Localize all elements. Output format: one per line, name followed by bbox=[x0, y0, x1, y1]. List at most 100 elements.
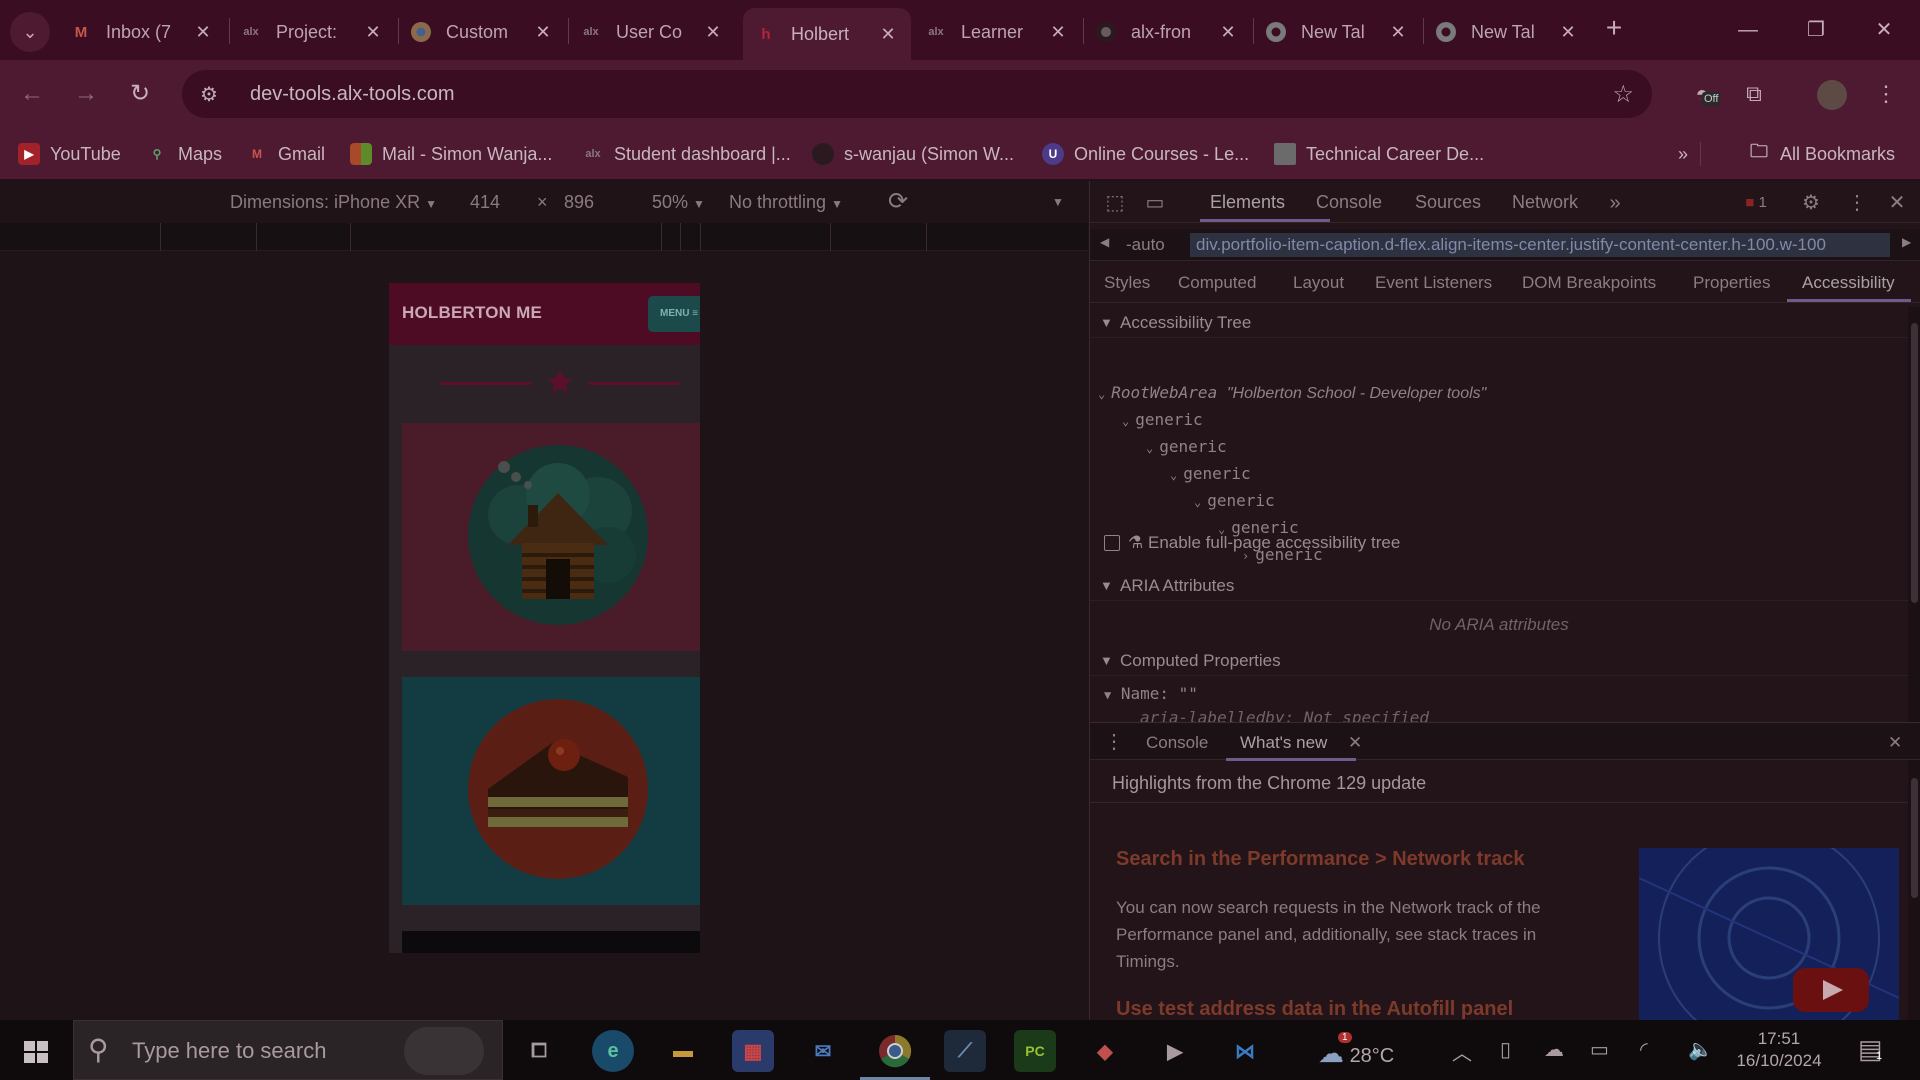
phone-site-title[interactable]: HOLBERTON ME bbox=[402, 303, 542, 323]
whats-new-video-thumbnail[interactable] bbox=[1639, 848, 1899, 1020]
close-drawer-icon[interactable]: ✕ bbox=[1888, 733, 1902, 753]
breadcrumb-item[interactable]: -auto bbox=[1126, 235, 1165, 255]
close-devtools-icon[interactable]: ✕ bbox=[1882, 189, 1912, 217]
subtab-dom-breakpoints[interactable]: DOM Breakpoints bbox=[1522, 273, 1656, 293]
subtab-properties[interactable]: Properties bbox=[1693, 273, 1770, 293]
pycharm-icon[interactable]: PC bbox=[1014, 1030, 1056, 1072]
url-text[interactable]: dev-tools.alx-tools.com bbox=[250, 83, 455, 106]
bookmark-student-dashboard[interactable]: alx Student dashboard |... bbox=[582, 140, 790, 168]
close-window-button[interactable]: ✕ bbox=[1864, 12, 1904, 48]
browser-tab[interactable]: New Tal ✕ bbox=[1423, 8, 1591, 56]
bookmark-online-courses[interactable]: U Online Courses - Le... bbox=[1042, 140, 1249, 168]
notification-center-icon[interactable]: ▤ 1 bbox=[1858, 1034, 1883, 1065]
vscode-icon[interactable]: ⋈ bbox=[1224, 1030, 1266, 1072]
scrollbar-thumb[interactable] bbox=[1911, 323, 1918, 603]
subtab-event-listeners[interactable]: Event Listeners bbox=[1375, 273, 1492, 293]
whats-new-heading-autofill[interactable]: Use test address data in the Autofill pa… bbox=[1116, 998, 1513, 1021]
drawer-tab-console[interactable]: Console bbox=[1146, 733, 1208, 753]
tab-elements[interactable]: Elements bbox=[1210, 192, 1285, 213]
subtab-computed[interactable]: Computed bbox=[1178, 273, 1256, 293]
browser-tab[interactable]: alx User Co ✕ bbox=[568, 8, 736, 56]
volume-icon[interactable]: 🔈 bbox=[1688, 1037, 1713, 1062]
bookmark-youtube[interactable]: ▶ YouTube bbox=[18, 140, 121, 168]
close-icon[interactable]: ✕ bbox=[1047, 22, 1069, 43]
a11y-node[interactable]: ⌄ generic bbox=[1170, 464, 1251, 483]
tab-sources[interactable]: Sources bbox=[1415, 192, 1481, 213]
breadcrumb-scroll-right-icon[interactable]: ▶ bbox=[1902, 235, 1911, 249]
drawer-tab-whats-new[interactable]: What's new bbox=[1240, 733, 1327, 753]
a11y-node[interactable]: ⌄ generic bbox=[1122, 410, 1203, 429]
phone-link-icon[interactable]: ▯ bbox=[1500, 1037, 1511, 1062]
windows-start-icon[interactable] bbox=[14, 1032, 58, 1072]
throttling-select[interactable]: No throttling ▼ bbox=[729, 192, 843, 213]
more-tabs-icon[interactable]: » bbox=[1600, 189, 1630, 217]
a11y-node[interactable]: ⌄ generic bbox=[1218, 518, 1299, 537]
aria-attributes-header[interactable]: ▼ ARIA Attributes bbox=[1090, 571, 1908, 601]
bookmark-github-profile[interactable]: s-wanjau (Simon W... bbox=[812, 140, 1014, 168]
close-icon[interactable]: ✕ bbox=[1217, 22, 1239, 43]
browser-tab[interactable]: Custom ✕ bbox=[398, 8, 566, 56]
portfolio-item-dark[interactable] bbox=[402, 931, 700, 953]
microsoft-store-icon[interactable]: ▦ bbox=[732, 1030, 774, 1072]
wifi-icon[interactable]: ◜ bbox=[1640, 1037, 1648, 1062]
onedrive-icon[interactable]: ☁ bbox=[1544, 1037, 1564, 1062]
extensions-button[interactable]: ⧉ bbox=[1732, 74, 1776, 114]
close-icon[interactable]: ✕ bbox=[702, 22, 724, 43]
device-toggle-icon[interactable]: ▭ bbox=[1140, 189, 1170, 217]
close-icon[interactable]: ✕ bbox=[1557, 22, 1579, 43]
breadcrumb-scroll-left-icon[interactable]: ◀ bbox=[1100, 235, 1109, 249]
bookmark-gmail[interactable]: M Gmail bbox=[246, 140, 325, 168]
close-whats-new-icon[interactable]: ✕ bbox=[1348, 733, 1362, 753]
scrollbar-thumb[interactable] bbox=[1911, 778, 1918, 898]
reload-button[interactable]: ↻ bbox=[120, 74, 160, 114]
tab-network[interactable]: Network bbox=[1512, 192, 1578, 213]
chrome-menu-button[interactable]: ⋮ bbox=[1864, 74, 1908, 114]
git-icon[interactable]: ◆ bbox=[1084, 1030, 1126, 1072]
mail-icon[interactable]: ✉ bbox=[802, 1030, 844, 1072]
error-count-badge[interactable]: ■ 1 bbox=[1734, 189, 1778, 217]
bookmark-maps[interactable]: ⚲ Maps bbox=[146, 140, 222, 168]
subtab-styles[interactable]: Styles bbox=[1104, 273, 1150, 293]
device-options-icon[interactable]: ▼ bbox=[1052, 195, 1064, 209]
breadcrumb-selected-item[interactable]: div.portfolio-item-caption.d-flex.align-… bbox=[1190, 233, 1890, 257]
site-settings-icon[interactable]: ⚙ bbox=[200, 82, 230, 107]
enable-full-page-checkbox[interactable] bbox=[1104, 535, 1120, 551]
chrome-taskbar-icon[interactable] bbox=[874, 1030, 916, 1072]
back-button[interactable]: ← bbox=[12, 74, 52, 114]
file-explorer-icon[interactable]: ▬ bbox=[662, 1030, 704, 1072]
device-height-input[interactable]: 896 bbox=[564, 192, 594, 213]
forward-button[interactable]: → bbox=[66, 74, 106, 114]
whats-new-heading-network-search[interactable]: Search in the Performance > Network trac… bbox=[1116, 848, 1525, 871]
close-icon[interactable]: ✕ bbox=[532, 22, 554, 43]
inspect-element-icon[interactable]: ⬚ bbox=[1100, 189, 1130, 217]
browser-tab[interactable]: M Inbox (7 ✕ bbox=[58, 8, 226, 56]
edge-icon[interactable]: e bbox=[592, 1030, 634, 1072]
address-bar[interactable]: ⚙ dev-tools.alx-tools.com ☆ bbox=[182, 70, 1652, 118]
weather-widget[interactable]: ☁ 1 28°C bbox=[1318, 1032, 1394, 1069]
portfolio-item-cake[interactable] bbox=[402, 677, 700, 905]
restore-button[interactable]: ❐ bbox=[1796, 12, 1836, 48]
browser-tab[interactable]: alx Project: ✕ bbox=[228, 8, 396, 56]
close-icon[interactable]: ✕ bbox=[877, 24, 899, 45]
battery-icon[interactable]: ▭ bbox=[1590, 1037, 1609, 1062]
browser-tab[interactable]: alx Learner ✕ bbox=[913, 8, 1081, 56]
terminal-icon[interactable]: ⟋ bbox=[944, 1030, 986, 1072]
browser-tab[interactable]: New Tal ✕ bbox=[1253, 8, 1421, 56]
close-icon[interactable]: ✕ bbox=[1387, 22, 1409, 43]
portfolio-item-cabin[interactable] bbox=[402, 423, 700, 651]
new-tab-button[interactable]: + bbox=[1600, 14, 1628, 46]
tab-search-button[interactable]: ⌄ bbox=[10, 12, 50, 52]
close-icon[interactable]: ✕ bbox=[192, 22, 214, 43]
zoom-select[interactable]: 50% ▼ bbox=[652, 192, 705, 213]
emulated-phone-page[interactable]: HOLBERTON ME MENU ≡ bbox=[389, 283, 700, 953]
drawer-menu-icon[interactable]: ⋮ bbox=[1104, 729, 1124, 754]
taskbar-clock[interactable]: 17:51 16/10/2024 bbox=[1734, 1028, 1824, 1072]
media-player-icon[interactable]: ▶ bbox=[1154, 1030, 1196, 1072]
drawer-scrollbar[interactable] bbox=[1908, 762, 1920, 1020]
close-icon[interactable]: ✕ bbox=[362, 22, 384, 43]
all-bookmarks-button[interactable]: 🗀 All Bookmarks bbox=[1748, 140, 1895, 168]
accessibility-tree-header[interactable]: ▼ Accessibility Tree bbox=[1090, 308, 1908, 338]
bookmark-star-icon[interactable]: ☆ bbox=[1612, 80, 1634, 109]
extension-toggle[interactable]: ◓ Off bbox=[1680, 74, 1724, 114]
browser-tab[interactable]: alx-fron ✕ bbox=[1083, 8, 1251, 56]
